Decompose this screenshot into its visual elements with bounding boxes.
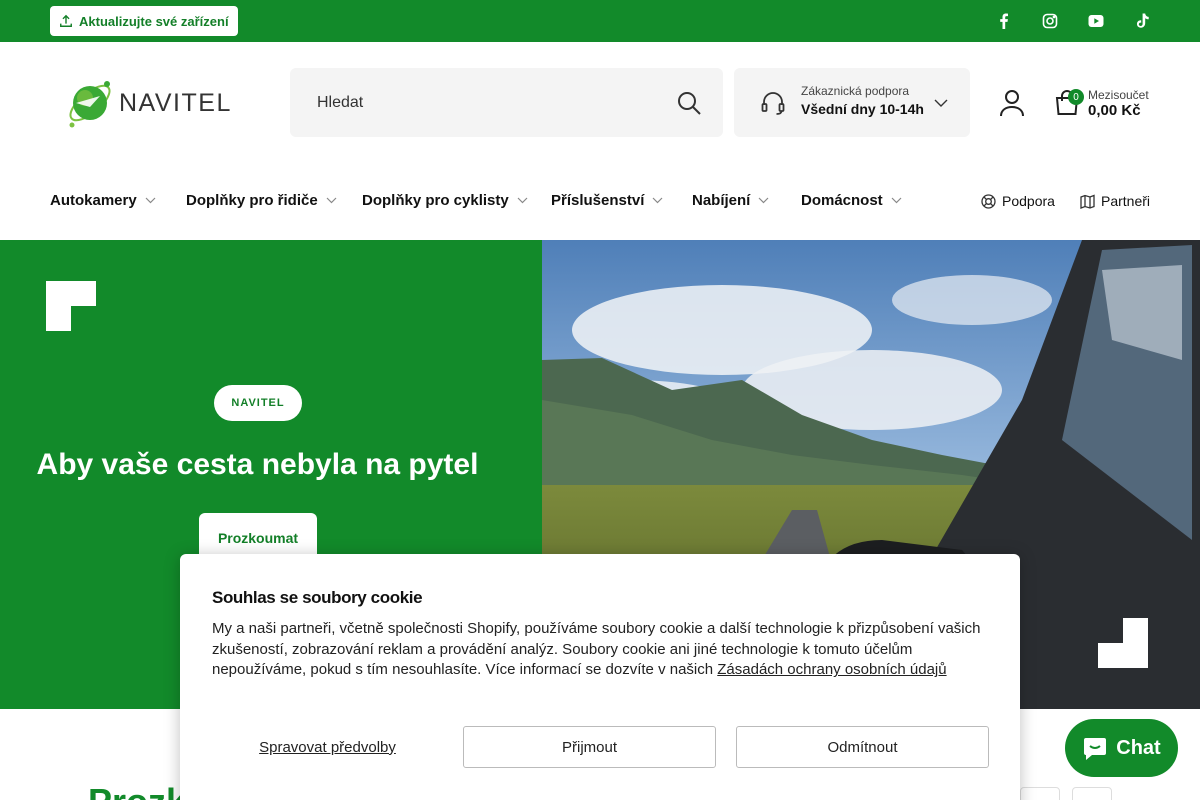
nav-item-autokamery[interactable]: Autokamery xyxy=(50,192,156,209)
nav-item-domacnost[interactable]: Domácnost xyxy=(801,192,902,209)
instagram-icon[interactable] xyxy=(1040,11,1060,31)
nav-support-label: Podpora xyxy=(1002,193,1055,209)
chevron-down-icon xyxy=(326,197,337,204)
nav-item-label: Doplňky pro řidiče xyxy=(186,192,318,209)
nav-item-label: Nabíjení xyxy=(692,192,751,209)
search-box xyxy=(290,68,723,137)
account-icon[interactable] xyxy=(999,89,1025,117)
nav-item-nabijeni[interactable]: Nabíjení xyxy=(692,192,769,209)
support-label: Zákaznická podpora xyxy=(801,84,910,98)
manage-preferences-link[interactable]: Spravovat předvolby xyxy=(212,726,443,768)
upload-icon xyxy=(60,14,72,27)
facebook-icon[interactable] xyxy=(994,11,1014,31)
chat-bubble-icon xyxy=(1084,738,1107,760)
logo-text: NAVITEL xyxy=(119,89,232,117)
cart-count-badge: 0 xyxy=(1068,89,1084,105)
cookie-text: My a naši partneři, včetně společnosti S… xyxy=(212,619,992,681)
chevron-down-icon xyxy=(758,197,769,204)
hero-title: Aby vaše cesta nebyla na pytel xyxy=(36,448,479,481)
chevron-down-icon xyxy=(891,197,902,204)
cookie-consent-dialog: Souhlas se soubory cookie My a naši part… xyxy=(180,554,1020,800)
top-bar: Aktualizujte své zařízení xyxy=(0,0,1200,42)
nav-support-link[interactable]: Podpora xyxy=(981,193,1055,209)
customer-support-dropdown[interactable]: Zákaznická podpora Všední dny 10-14h xyxy=(734,68,970,137)
nav-item-label: Doplňky pro cyklisty xyxy=(362,192,509,209)
subtotal-label: Mezisoučet xyxy=(1088,88,1149,102)
chat-label: Chat xyxy=(1116,736,1161,759)
chevron-down-icon xyxy=(652,197,663,204)
chevron-down-icon xyxy=(934,99,948,107)
update-device-button[interactable]: Aktualizujte své zařízení xyxy=(50,6,238,36)
update-device-label: Aktualizujte své zařízení xyxy=(79,13,229,29)
accept-cookies-button[interactable]: Přijmout xyxy=(463,726,716,768)
section-heading: Prozk xyxy=(88,784,186,800)
search-input[interactable] xyxy=(290,68,650,137)
youtube-icon[interactable] xyxy=(1086,11,1106,31)
nav-item-doplnky-cyklisty[interactable]: Doplňky pro cyklisty xyxy=(362,192,528,209)
hero-brand-badge: NAVITEL xyxy=(214,385,302,421)
nav-partners-link[interactable]: Partneři xyxy=(1080,193,1150,209)
carousel-next-button[interactable] xyxy=(1072,787,1112,800)
nav-item-label: Příslušenství xyxy=(551,192,645,209)
chat-button[interactable]: Chat xyxy=(1065,719,1178,777)
cookie-title: Souhlas se soubory cookie xyxy=(212,588,423,607)
chevron-down-icon xyxy=(145,197,156,204)
carousel-prev-button[interactable] xyxy=(1020,787,1060,800)
nav-item-label: Domácnost xyxy=(801,192,883,209)
nav-item-label: Autokamery xyxy=(50,192,137,209)
nav-item-doplnky-ridice[interactable]: Doplňky pro řidiče xyxy=(186,192,337,209)
nav-item-prislusenstvi[interactable]: Příslušenství xyxy=(551,192,663,209)
lifebuoy-icon xyxy=(981,193,996,209)
headset-icon xyxy=(761,92,785,115)
corner-shape-decoration xyxy=(1098,618,1148,668)
tiktok-icon[interactable] xyxy=(1132,11,1152,31)
chevron-down-icon xyxy=(517,197,528,204)
corner-shape-decoration xyxy=(46,281,96,331)
decline-cookies-button[interactable]: Odmítnout xyxy=(736,726,989,768)
subtotal-value: 0,00 Kč xyxy=(1088,102,1141,119)
search-icon[interactable] xyxy=(676,90,702,116)
map-icon xyxy=(1080,194,1095,209)
privacy-policy-link[interactable]: Zásadách ochrany osobních údajů xyxy=(717,661,946,678)
nav-partners-label: Partneři xyxy=(1101,193,1151,209)
support-hours: Všední dny 10-14h xyxy=(801,101,924,117)
navitel-logo[interactable]: NAVITEL xyxy=(63,74,268,132)
